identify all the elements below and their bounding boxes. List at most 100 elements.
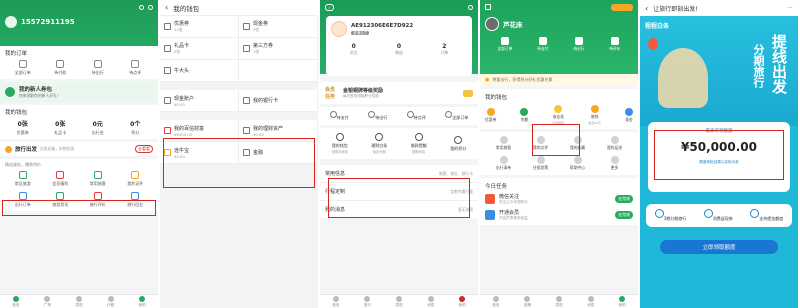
stat-item[interactable]: 0 关注 (350, 43, 358, 56)
wallet-item[interactable]: 优惠券 (485, 107, 496, 123)
back-arrow-icon[interactable]: ‹ (165, 3, 168, 12)
order-item-pay[interactable]: 待付款 (43, 60, 79, 76)
back-arrow-icon[interactable]: ‹ (645, 4, 648, 13)
wallet-cell[interactable]: 优惠券 12张 (160, 16, 239, 38)
service-icon (131, 171, 140, 179)
wallet-item[interactable]: 余额 (520, 107, 529, 123)
avatar[interactable] (5, 16, 17, 28)
finance-loan[interactable]: 借款提额 提额申请 (411, 133, 427, 154)
stat-item[interactable]: 2 订单 (441, 43, 449, 56)
scan-icon[interactable] (485, 4, 491, 10)
nav-discover[interactable]: 发现 (555, 295, 563, 308)
avatar[interactable] (331, 21, 347, 37)
tool-item[interactable]: 帮助中心 (559, 156, 596, 171)
wallet-cell[interactable]: 我的百信财富 ¥6000.00 (160, 120, 239, 142)
tool-item[interactable]: 我的点评 (522, 136, 559, 151)
nav-travel[interactable]: 旅行 (364, 295, 371, 308)
nav-mine[interactable]: 我的 (139, 295, 146, 308)
promo-tag[interactable] (611, 3, 633, 11)
gold-title: 金银铜牌等级奖励 (343, 88, 384, 94)
service-item[interactable]: 旅行回忆 (118, 192, 154, 208)
tile-pay[interactable]: 待支付 (537, 37, 549, 52)
nav-guide[interactable]: 攻略 (524, 295, 531, 308)
finance-baitiao[interactable]: 理财白条 免息分期 (371, 133, 387, 154)
nav-plaza[interactable]: 广场 (44, 295, 51, 308)
task-button[interactable]: 去完成 (615, 211, 633, 219)
settings-icon[interactable] (139, 4, 144, 10)
wallet-grid-1: 优惠券 12张 现金券 3张 礼品卡 0张 第三方券 1张 牛大头 (160, 16, 318, 82)
service-item[interactable]: 会员福利 (43, 171, 79, 187)
nav-mine[interactable]: 我的 (459, 295, 466, 308)
wallet-item[interactable]: 借钱 最高20万 (588, 105, 601, 125)
finance-points[interactable]: 我的积分 (450, 135, 466, 152)
tool-item[interactable]: 住宿发票 (522, 156, 559, 171)
stat-item[interactable]: 0 粉丝 (395, 43, 403, 56)
wallet-item[interactable]: 0个 积分 (118, 119, 154, 136)
tool-item[interactable]: 常用旅客 (485, 136, 522, 151)
tile-review[interactable]: 待评价 (609, 37, 621, 52)
tool-item[interactable]: 更多 (596, 156, 633, 171)
nav-home[interactable]: 首页 (12, 295, 19, 308)
list-item[interactable]: 常用信息 旅客、地址、银行卡 (320, 165, 478, 183)
wallet-item[interactable]: 0张 礼品卡 (43, 119, 79, 136)
nav-message[interactable]: 消息 (427, 295, 434, 308)
nav-discover[interactable]: 发现 (75, 295, 83, 308)
service-item[interactable]: 常用旅客 (80, 171, 116, 187)
calendar-icon (654, 209, 664, 218)
nav-discover[interactable]: 发现 (395, 295, 403, 308)
wallet-cell[interactable]: 现金账户 ¥0.00 (160, 90, 239, 112)
newcomer-banner[interactable]: 我的新人券包 快来领取你的新人好礼！ (0, 82, 158, 102)
wallet-cell[interactable]: 现金券 3张 (239, 16, 318, 38)
nav-trip[interactable]: 行程 (107, 295, 114, 308)
quick-travel[interactable]: 待出行 (368, 111, 387, 121)
share-icon[interactable]: ⋯ (788, 5, 793, 11)
settings-icon[interactable] (468, 5, 473, 10)
service-item[interactable]: 旅游资讯 (43, 192, 79, 208)
wallet-cell[interactable]: 途牛宝 ¥0.00 (160, 142, 239, 164)
service-item[interactable]: 常见旅游 (5, 171, 41, 187)
nav-home[interactable]: 首页 (332, 295, 339, 308)
service-item[interactable]: 旅行评价 (80, 192, 116, 208)
banner-subtitle: 快来领取你的新人好礼！ (19, 93, 61, 98)
order-item-all[interactable]: 全部订单 (5, 60, 41, 76)
wallet-cell[interactable]: 牛大头 (160, 60, 239, 82)
service-item[interactable]: 我的证件 (118, 171, 154, 187)
travel-button[interactable]: 去看看 (135, 145, 153, 153)
tool-item[interactable]: 出行清单 (485, 156, 522, 171)
notice-bar[interactable]: ● 将要出行，获得积分好礼优惠兑换 (480, 74, 638, 86)
quick-pay[interactable]: 待支付 (329, 111, 349, 121)
message-icon[interactable] (148, 4, 153, 10)
claim-button[interactable]: 立即领取额度 (660, 240, 778, 254)
nav-home[interactable]: 首页 (492, 295, 499, 308)
bank-card-icon (243, 97, 250, 104)
finance-wallet[interactable]: 我的钱包 领券享优惠 (332, 133, 348, 154)
wallet-cell[interactable]: 第三方券 1张 (239, 38, 318, 60)
wallet-item[interactable]: 0张 优惠券 (5, 119, 41, 136)
travel-row[interactable]: 旅行出发 出发必备，好物优选 去看看 (0, 142, 158, 156)
wallet-item[interactable]: 拿去花 可用额度 (552, 105, 564, 125)
tool-item[interactable]: 我的足迹 (596, 136, 633, 151)
wallet-cell[interactable]: 金融 (239, 142, 318, 164)
order-item-travel[interactable]: 待出行 (80, 60, 116, 76)
wallet-item[interactable]: 现金 (624, 107, 633, 123)
wallet-cell[interactable]: 我的理财资产 ¥0.00 (239, 120, 318, 142)
avatar[interactable] (485, 17, 499, 31)
sign-in-icon[interactable]: ✓ (325, 4, 335, 11)
nav-mine[interactable]: 我的 (619, 295, 626, 308)
service-item[interactable]: 出行订单 (5, 192, 41, 208)
nav-message[interactable]: 消息 (587, 295, 594, 308)
tile-travel[interactable]: 待出行 (573, 37, 585, 52)
order-item-review[interactable]: 待点评 (118, 60, 154, 76)
wallet-item[interactable]: 0元 出行金 (80, 119, 116, 136)
gold-task-banner[interactable]: 会员任务 金银铜牌等级奖励 每天签到领取积分奖励 (320, 82, 478, 104)
list-item[interactable]: 行程定制 定制专属行程 (320, 183, 478, 201)
tile-all[interactable]: 全部订单 (497, 37, 513, 52)
tool-item[interactable]: 我的收藏 (559, 136, 596, 151)
quick-review[interactable]: 待点评 (406, 111, 426, 121)
task-button[interactable]: 去完成 (615, 195, 633, 203)
page-title: 我的钱包 (173, 4, 200, 13)
wallet-cell[interactable]: 礼品卡 0张 (160, 38, 239, 60)
wallet-cell[interactable]: 我的银行卡 (239, 90, 318, 112)
list-item[interactable]: 我的消息 暂无消息 (320, 201, 478, 218)
quick-all[interactable]: 全部订单 (445, 111, 468, 121)
